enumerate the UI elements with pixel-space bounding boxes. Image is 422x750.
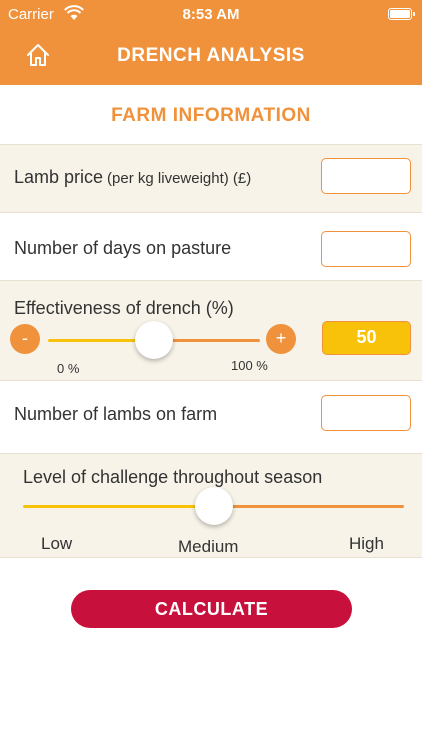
- level-high-label: High: [349, 534, 384, 553]
- lamb-price-input[interactable]: [321, 158, 411, 194]
- min-percent-label: 0 %: [57, 361, 80, 376]
- effectiveness-row: Effectiveness of drench (%) - + 0 % 100 …: [0, 281, 422, 381]
- challenge-row: Level of challenge throughout season Low…: [0, 454, 422, 558]
- days-on-pasture-label: Number of days on pasture: [14, 238, 232, 258]
- level-low-label: Low: [41, 534, 73, 553]
- challenge-label: Level of challenge throughout season: [23, 467, 323, 487]
- calculate-button[interactable]: CALCULATE: [71, 590, 352, 628]
- effectiveness-slider-thumb[interactable]: [135, 321, 173, 359]
- lambs-on-farm-input[interactable]: [321, 395, 411, 431]
- decrease-button[interactable]: -: [10, 324, 40, 354]
- lamb-price-row: Lamb price (per kg liveweight) (£): [0, 145, 422, 213]
- days-on-pasture-row: Number of days on pasture: [0, 213, 422, 281]
- app-header: Carrier 8:53 AM DRENCH ANALYSIS: [0, 0, 422, 85]
- effectiveness-value: 50: [322, 321, 411, 355]
- page-title: DRENCH ANALYSIS: [117, 45, 305, 66]
- status-bar: Carrier 8:53 AM: [0, 0, 422, 30]
- max-percent-label: 100 %: [231, 358, 268, 373]
- challenge-slider-thumb[interactable]: [195, 487, 233, 525]
- challenge-track-filled: [23, 505, 213, 508]
- clock: 8:53 AM: [182, 6, 240, 23]
- level-medium-label: Medium: [178, 537, 239, 556]
- battery-icon: [388, 8, 415, 20]
- effectiveness-label: Effectiveness of drench (%): [14, 298, 234, 318]
- lambs-on-farm-label: Number of lambs on farm: [14, 404, 218, 424]
- increase-button[interactable]: +: [266, 324, 296, 354]
- lamb-price-label: Lamb price (per kg liveweight) (£): [14, 167, 252, 187]
- days-on-pasture-input[interactable]: [321, 231, 411, 267]
- lambs-on-farm-row: Number of lambs on farm: [0, 381, 422, 454]
- challenge-track: [213, 505, 404, 508]
- section-title: FARM INFORMATION: [0, 85, 422, 145]
